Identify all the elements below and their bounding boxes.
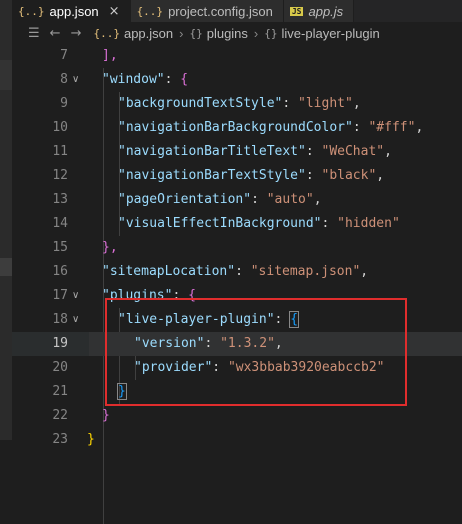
code-text: "plugins": { (102, 288, 196, 303)
line-number: 14 (52, 216, 68, 231)
line-number: 7 (60, 48, 68, 63)
code-line: 14 "visualEffectInBackground": "hidden" (12, 212, 462, 236)
breadcrumb: ☰ ← → {..} app.json › {} plugins › {} li… (12, 22, 462, 44)
breadcrumb-plugins[interactable]: plugins (207, 26, 248, 41)
code-text: "sitemapLocation": "sitemap.json", (102, 264, 369, 279)
activity-bar (0, 0, 12, 440)
forward-arrow-icon[interactable]: → (71, 26, 82, 41)
code-line: 17 ∨ "plugins": { (12, 284, 462, 308)
code-text: "navigationBarTitleText": "WeChat", (118, 144, 392, 159)
line-number: 13 (52, 192, 68, 207)
code-text: } (87, 432, 95, 447)
code-text: "navigationBarBackgroundColor": "#fff", (118, 120, 424, 135)
code-text: } (102, 408, 110, 423)
breadcrumb-separator: › (179, 25, 184, 41)
code-text: "version": "1.3.2", (134, 336, 283, 351)
code-line: 12 "navigationBarTextStyle": "black", (12, 164, 462, 188)
fold-chevron-icon[interactable]: ∨ (72, 284, 79, 308)
code-line: 8 ∨ "window": { (12, 68, 462, 92)
code-line-current: 19 "version": "1.3.2", (12, 332, 462, 356)
code-line: 16 "sitemapLocation": "sitemap.json", (12, 260, 462, 284)
line-number: 18 (52, 312, 68, 327)
code-line: 11 "navigationBarTitleText": "WeChat", (12, 140, 462, 164)
close-icon[interactable]: × (109, 4, 120, 19)
code-line: 18 ∨ "live-player-plugin": { (12, 308, 462, 332)
line-number: 22 (52, 408, 68, 423)
back-arrow-icon[interactable]: ← (50, 26, 61, 41)
fold-chevron-icon[interactable]: ∨ (72, 308, 79, 332)
code-text: "live-player-plugin": { (118, 311, 300, 328)
breadcrumb-file[interactable]: app.json (124, 26, 173, 41)
json-file-icon: {..} (93, 26, 120, 40)
line-number: 16 (52, 264, 68, 279)
breadcrumb-separator: › (253, 25, 259, 41)
list-icon[interactable]: ☰ (28, 26, 40, 41)
breadcrumb-live-player-plugin[interactable]: live-player-plugin (282, 26, 380, 41)
json-file-icon: {..} (136, 4, 164, 18)
line-number: 11 (52, 144, 68, 159)
line-number: 19 (52, 336, 68, 351)
tab-label: app.js (308, 3, 344, 19)
code-line: 23 } (12, 428, 462, 452)
code-text: } (117, 383, 127, 400)
tab-app-js[interactable]: JS app.js (283, 0, 355, 22)
line-number: 9 (60, 96, 68, 111)
code-text: "visualEffectInBackground": "hidden" (118, 216, 400, 231)
code-line: 15 }, (12, 236, 462, 260)
code-editor[interactable]: 7 ], 8 ∨ "window": { 9 "backgroundTextSt… (12, 44, 462, 524)
code-text: "backgroundTextStyle": "light", (118, 96, 361, 111)
tab-label: app.json (49, 3, 99, 19)
code-line: 22 } (12, 404, 462, 428)
line-number: 17 (52, 288, 68, 303)
code-text: }, (102, 240, 118, 255)
tab-project-config-json[interactable]: {..} project.config.json (130, 0, 284, 22)
activity-item[interactable] (0, 60, 12, 90)
fold-chevron-icon[interactable]: ∨ (72, 68, 79, 92)
js-file-icon: JS (289, 6, 304, 16)
code-line: 13 "pageOrientation": "auto", (12, 188, 462, 212)
code-line: 21 } (12, 380, 462, 404)
code-line: 9 "backgroundTextStyle": "light", (12, 92, 462, 116)
line-number: 8 (60, 72, 68, 87)
line-number: 10 (52, 120, 68, 135)
code-line: 10 "navigationBarBackgroundColor": "#fff… (12, 116, 462, 140)
line-number: 15 (52, 240, 68, 255)
code-text: "provider": "wx3bbab3920eabccb2" (134, 360, 385, 375)
line-number: 12 (52, 168, 68, 183)
tab-bar: {..} app.json × {..} project.config.json… (12, 0, 462, 22)
json-file-icon: {..} (18, 4, 45, 18)
code-line: 20 "provider": "wx3bbab3920eabccb2" (12, 356, 462, 380)
line-number: 20 (52, 360, 68, 375)
object-icon: {} (264, 26, 278, 40)
line-number: 21 (52, 384, 68, 399)
code-text: "pageOrientation": "auto", (118, 192, 322, 207)
activity-item-selected[interactable] (0, 258, 12, 276)
code-text: "window": { (102, 72, 189, 87)
tab-label: project.config.json (168, 3, 273, 19)
object-icon: {} (189, 26, 203, 40)
code-line: 7 ], (12, 44, 462, 68)
line-number: 23 (52, 432, 68, 447)
tab-app-json[interactable]: {..} app.json × (12, 0, 131, 22)
code-text: ], (102, 48, 118, 63)
code-text: "navigationBarTextStyle": "black", (118, 168, 385, 183)
